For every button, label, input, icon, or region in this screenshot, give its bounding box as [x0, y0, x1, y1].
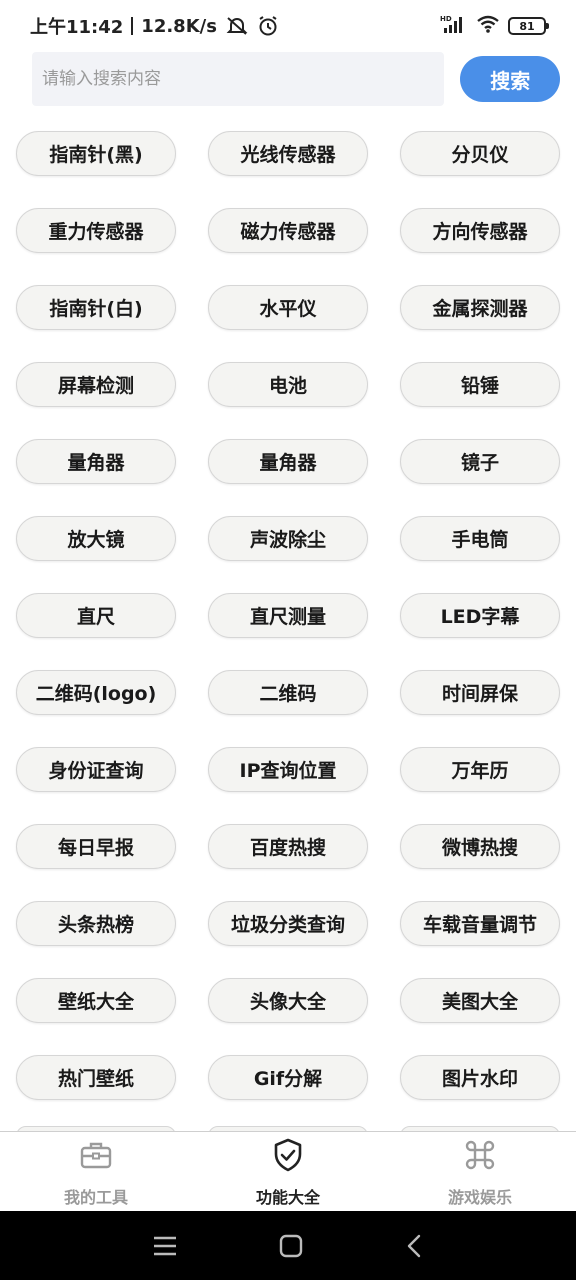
search-button[interactable]: 搜索	[460, 56, 560, 102]
tool-button[interactable]: 屏幕检测	[16, 362, 176, 407]
alarm-icon	[257, 15, 279, 37]
network-speed: 12.8K/s	[141, 15, 217, 37]
nav-my-tools[interactable]: 我的工具	[0, 1132, 192, 1211]
tool-button[interactable]: 直尺	[16, 593, 176, 638]
nav-label: 我的工具	[63, 1188, 128, 1207]
tool-button[interactable]: 头像大全	[208, 978, 368, 1023]
search-input[interactable]	[32, 52, 445, 106]
menu-icon[interactable]	[152, 1235, 178, 1257]
nav-games[interactable]: 游戏娱乐	[384, 1132, 576, 1211]
tool-button[interactable]: 水平仪	[208, 285, 368, 330]
tool-button[interactable]: 放大镜	[16, 516, 176, 561]
home-icon[interactable]	[278, 1233, 304, 1259]
nav-all-features[interactable]: 功能大全	[192, 1132, 384, 1211]
back-icon[interactable]	[404, 1233, 424, 1259]
status-left: 上午11:42 12.8K/s	[30, 13, 279, 39]
battery-icon: 81	[508, 17, 549, 35]
tool-button[interactable]: 镜子	[400, 439, 560, 484]
tool-button[interactable]: 手电筒	[400, 516, 560, 561]
wifi-icon	[476, 14, 500, 38]
status-time: 上午11:42	[30, 17, 124, 38]
tool-button[interactable]: 二维码	[208, 670, 368, 715]
mute-icon	[225, 16, 249, 36]
tool-button[interactable]: 垃圾分类查询	[208, 901, 368, 946]
tool-button[interactable]: 方向传感器	[400, 208, 560, 253]
tool-button[interactable]: 光线传感器	[208, 131, 368, 176]
tool-button[interactable]: Gif分解	[208, 1055, 368, 1100]
tool-button[interactable]: 量角器	[16, 439, 176, 484]
tool-button[interactable]: 铅锤	[400, 362, 560, 407]
tool-button[interactable]: 分贝仪	[400, 131, 560, 176]
command-icon	[463, 1138, 497, 1172]
tool-button[interactable]: 金属探测器	[400, 285, 560, 330]
tool-button[interactable]: 二维码(logo)	[16, 670, 176, 715]
status-right: HD 81	[440, 14, 549, 38]
tool-button[interactable]: 图片水印	[400, 1055, 560, 1100]
tool-button[interactable]: 车载音量调节	[400, 901, 560, 946]
tool-button[interactable]: 头条热榜	[16, 901, 176, 946]
tool-button[interactable]: 身份证查询	[16, 747, 176, 792]
tool-button[interactable]: 电池	[208, 362, 368, 407]
tool-button[interactable]: 壁纸大全	[16, 978, 176, 1023]
tool-button[interactable]: 磁力传感器	[208, 208, 368, 253]
tool-button[interactable]: 时间屏保	[400, 670, 560, 715]
status-bar: 上午11:42 12.8K/s HD 81	[0, 0, 576, 52]
tool-button[interactable]: 热门壁纸	[16, 1055, 176, 1100]
tool-button[interactable]: 万年历	[400, 747, 560, 792]
tool-button[interactable]: 指南针(黑)	[16, 131, 176, 176]
shield-check-icon	[271, 1138, 305, 1172]
tool-button[interactable]: LED字幕	[400, 593, 560, 638]
tool-button[interactable]: 重力传感器	[16, 208, 176, 253]
bottom-nav: 我的工具 功能大全 游戏娱乐	[0, 1131, 576, 1211]
tool-button[interactable]: IP查询位置	[208, 747, 368, 792]
tool-button[interactable]: 美图大全	[400, 978, 560, 1023]
svg-text:HD: HD	[440, 15, 452, 23]
nav-label: 游戏娱乐	[447, 1188, 512, 1207]
tool-button[interactable]: 每日早报	[16, 824, 176, 869]
tool-button[interactable]: 指南针(白)	[16, 285, 176, 330]
tool-grid: 指南针(黑) 光线传感器 分贝仪重力传感器 磁力传感器 方向传感器指南针(白) 水平仪 金属…	[16, 131, 561, 1100]
signal-icon: HD	[440, 14, 468, 38]
search-bar: 搜索	[32, 52, 560, 106]
tool-button[interactable]: 微博热搜	[400, 824, 560, 869]
system-navigation-bar	[0, 1211, 576, 1280]
briefcase-icon	[79, 1138, 113, 1172]
tool-button[interactable]: 声波除尘	[208, 516, 368, 561]
status-separator	[131, 17, 134, 35]
tool-button[interactable]: 量角器	[208, 439, 368, 484]
tool-button[interactable]: 百度热搜	[208, 824, 368, 869]
nav-label: 功能大全	[255, 1188, 320, 1207]
tool-button[interactable]: 直尺测量	[208, 593, 368, 638]
